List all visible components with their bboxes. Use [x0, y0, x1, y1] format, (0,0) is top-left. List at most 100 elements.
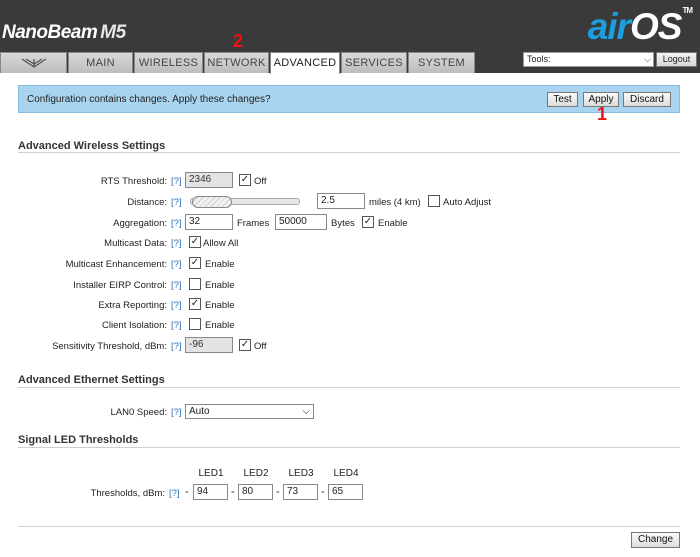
ubnt-logo-icon: [21, 58, 46, 68]
section-title-advanced-wireless: Advanced Wireless Settings: [18, 140, 166, 152]
sensitivity-threshold-help[interactable]: [?]: [171, 341, 182, 352]
tab-advanced[interactable]: ADVANCED: [270, 52, 340, 74]
thresholds-help[interactable]: [?]: [169, 488, 180, 499]
section-divider: [18, 152, 680, 153]
aggregation-bytes-input[interactable]: 50000: [275, 214, 327, 230]
sensitivity-threshold-label: Sensitivity Threshold, dBm:: [52, 341, 167, 352]
multicast-enhancement-checkbox[interactable]: ✓: [189, 257, 201, 269]
change-button[interactable]: Change: [631, 532, 680, 548]
led3-header: LED3: [288, 468, 314, 479]
tools-select[interactable]: Tools: ⌵: [523, 52, 654, 67]
distance-slider-handle[interactable]: [192, 196, 232, 208]
tab-advanced-label: ADVANCED: [273, 57, 337, 69]
tab-network[interactable]: NETWORK: [204, 52, 269, 73]
aggregation-bytes-label: Bytes: [331, 218, 355, 229]
led1-sign: -: [185, 486, 189, 498]
aggregation-help[interactable]: [?]: [171, 218, 182, 229]
tab-main-label: MAIN: [86, 57, 115, 69]
annotation-marker-1: 1: [597, 104, 608, 124]
client-isolation-label: Client Isolation:: [102, 320, 167, 331]
auto-adjust-label: Auto Adjust: [443, 197, 492, 208]
led4-sign: -: [321, 486, 325, 498]
aggregation-enable-label: Enable: [378, 218, 408, 229]
test-button[interactable]: Test: [547, 92, 578, 107]
tab-system[interactable]: SYSTEM: [408, 52, 475, 73]
tab-network-label: NETWORK: [207, 57, 266, 69]
thresholds-label: Thresholds, dBm:: [90, 488, 165, 499]
led2-header: LED2: [243, 468, 269, 479]
multicast-enhancement-label: Multicast Enhancement:: [65, 259, 167, 270]
led2-threshold-input[interactable]: 80: [238, 484, 273, 500]
sensitivity-threshold-input[interactable]: -96: [185, 337, 233, 353]
multicast-data-option: Allow All: [203, 238, 239, 249]
rts-threshold-label: RTS Threshold:: [100, 176, 167, 187]
airos-logo-os: OS: [629, 6, 682, 47]
led3-sign: -: [276, 486, 280, 498]
section-divider: [18, 387, 680, 388]
airos-logo: airOSTM: [587, 6, 693, 48]
logout-button[interactable]: Logout: [656, 52, 697, 67]
rts-off-checkbox[interactable]: ✓: [239, 174, 251, 186]
lan0-speed-help[interactable]: [?]: [171, 407, 182, 418]
tab-services[interactable]: SERVICES: [341, 52, 407, 73]
chevron-down-icon: ⌵: [302, 406, 310, 417]
rts-threshold-input[interactable]: 2346: [185, 172, 233, 188]
installer-eirp-checkbox[interactable]: [189, 278, 201, 290]
aggregation-enable-checkbox[interactable]: ✓: [362, 216, 374, 228]
installer-eirp-label: Installer EIRP Control:: [73, 280, 167, 291]
multicast-enhancement-help[interactable]: [?]: [171, 259, 182, 270]
apply-changes-notice: Configuration contains changes. Apply th…: [18, 85, 680, 113]
client-isolation-enable-label: Enable: [205, 320, 235, 331]
section-title-advanced-ethernet: Advanced Ethernet Settings: [18, 374, 165, 386]
client-isolation-help[interactable]: [?]: [171, 320, 182, 331]
extra-reporting-help[interactable]: [?]: [171, 300, 182, 311]
aggregation-label: Aggregation:: [113, 218, 167, 229]
aggregation-frames-label: Frames: [237, 218, 270, 229]
led2-sign: -: [231, 486, 235, 498]
header-bar: NanoBeam M5 airOSTM MAIN WIRELESS NETWORK…: [0, 0, 700, 74]
footer-divider: [18, 526, 680, 527]
multicast-data-help[interactable]: [?]: [171, 238, 182, 249]
lan0-speed-label: LAN0 Speed:: [110, 407, 167, 418]
extra-reporting-checkbox[interactable]: ✓: [189, 298, 201, 310]
tab-ubnt-logo[interactable]: [0, 52, 67, 73]
led1-header: LED1: [198, 468, 224, 479]
airos-logo-air: air: [587, 6, 631, 47]
led4-header: LED4: [333, 468, 359, 479]
chevron-down-icon: ⌵: [644, 54, 651, 64]
annotation-marker-2: 2: [233, 31, 244, 51]
installer-eirp-help[interactable]: [?]: [171, 280, 182, 291]
product-name: NanoBeam M5: [2, 22, 126, 44]
led1-threshold-input[interactable]: 94: [193, 484, 228, 500]
client-isolation-checkbox[interactable]: [189, 318, 201, 330]
product-name-text: NanoBeam: [2, 22, 98, 43]
multicast-data-checkbox[interactable]: ✓: [189, 236, 201, 248]
auto-adjust-checkbox[interactable]: [428, 195, 440, 207]
tab-main[interactable]: MAIN: [68, 52, 133, 73]
tools-select-value: Tools:: [527, 54, 551, 64]
section-title-signal-led: Signal LED Thresholds: [18, 434, 139, 446]
rts-off-label: Off: [254, 176, 267, 187]
multicast-enhancement-enable-label: Enable: [205, 259, 235, 270]
distance-input[interactable]: 2.5: [317, 193, 365, 209]
extra-reporting-label: Extra Reporting:: [98, 300, 167, 311]
distance-label: Distance:: [127, 197, 167, 208]
extra-reporting-enable-label: Enable: [205, 300, 235, 311]
distance-help[interactable]: [?]: [171, 197, 182, 208]
lan0-speed-select[interactable]: Auto ⌵: [185, 404, 314, 419]
sensitivity-off-checkbox[interactable]: ✓: [239, 339, 251, 351]
multicast-data-label: Multicast Data:: [104, 238, 167, 249]
lan0-speed-value: Auto: [189, 406, 210, 417]
rts-threshold-help[interactable]: [?]: [171, 176, 182, 187]
discard-button[interactable]: Discard: [623, 92, 671, 107]
section-divider: [18, 447, 680, 448]
product-model: M5: [100, 22, 126, 43]
airos-logo-tm: TM: [682, 6, 693, 15]
distance-unit: miles (4 km): [369, 197, 421, 208]
sensitivity-off-label: Off: [254, 341, 267, 352]
tab-wireless[interactable]: WIRELESS: [134, 52, 203, 73]
aggregation-frames-input[interactable]: 32: [185, 214, 233, 230]
led4-threshold-input[interactable]: 65: [328, 484, 363, 500]
led3-threshold-input[interactable]: 73: [283, 484, 318, 500]
tab-system-label: SYSTEM: [417, 57, 466, 69]
